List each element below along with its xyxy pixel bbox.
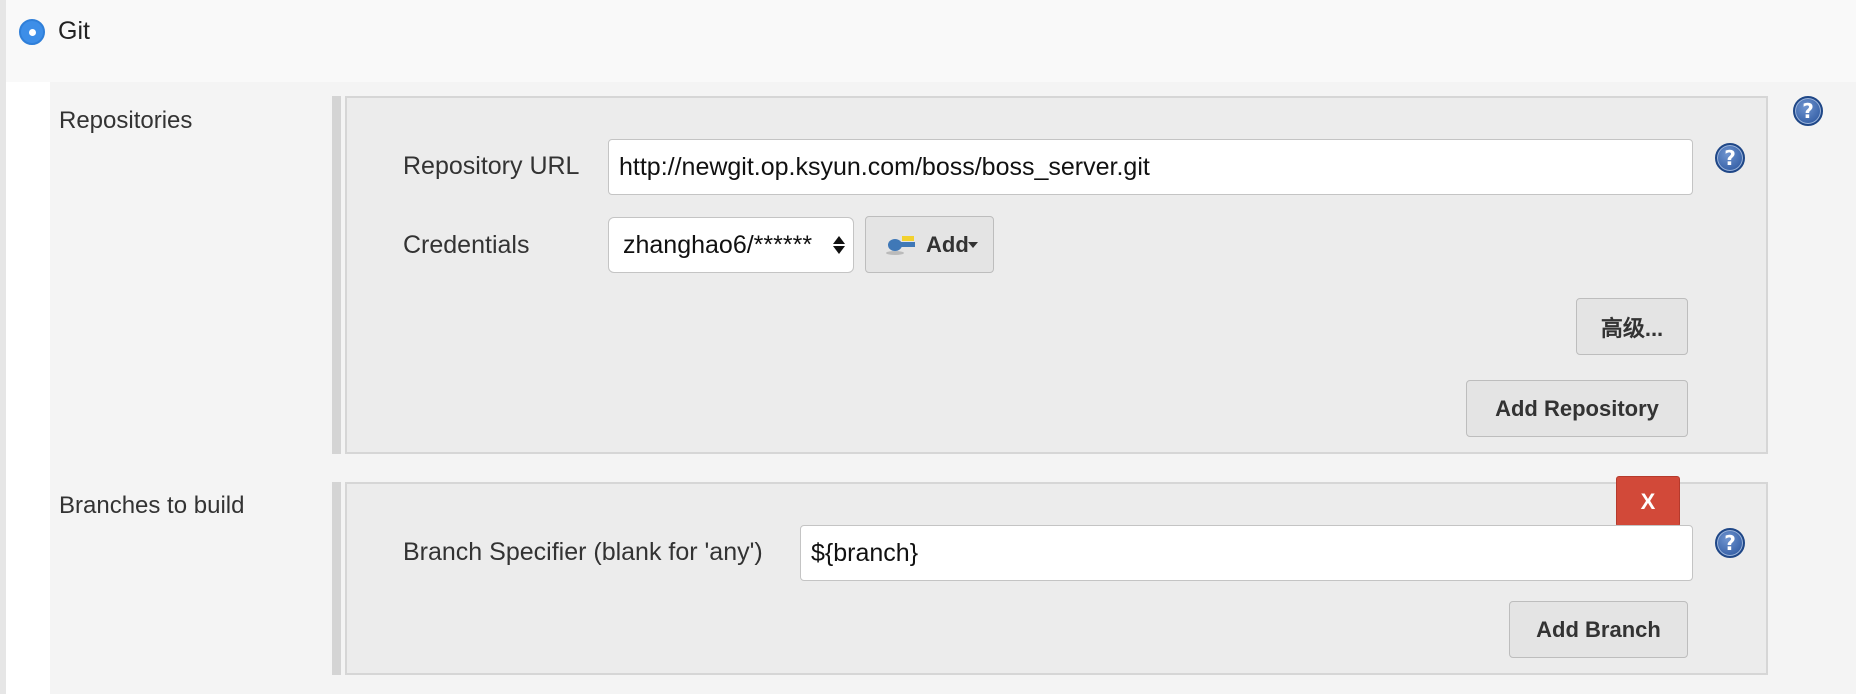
dropdown-arrow-icon xyxy=(967,241,978,248)
radio-selected-icon[interactable] xyxy=(19,19,45,45)
add-repository-button[interactable]: Add Repository xyxy=(1466,380,1688,437)
credentials-select[interactable]: zhanghao6/****** xyxy=(608,217,854,273)
radio-dot xyxy=(28,28,36,36)
add-credentials-label: Add xyxy=(926,231,969,257)
left-indent-strip xyxy=(0,0,6,694)
repository-url-input[interactable]: http://newgit.op.ksyun.com/boss/boss_ser… xyxy=(608,139,1693,195)
key-icon xyxy=(886,235,915,255)
credentials-selected-value: zhanghao6/****** xyxy=(623,230,813,259)
advanced-button[interactable]: 高级... xyxy=(1576,298,1688,355)
delete-branch-button[interactable]: X xyxy=(1616,476,1680,527)
select-arrows-icon xyxy=(833,236,845,254)
branches-label: Branches to build xyxy=(59,492,245,519)
help-icon[interactable]: ? xyxy=(1715,143,1745,173)
help-icon[interactable]: ? xyxy=(1715,528,1745,558)
repositories-panel-bar xyxy=(332,96,341,454)
branches-panel-bar xyxy=(332,482,341,675)
scm-option-row xyxy=(0,0,1856,82)
branch-specifier-label: Branch Specifier (blank for 'any') xyxy=(403,538,763,566)
scm-git-label: Git xyxy=(58,17,90,45)
credentials-label: Credentials xyxy=(403,231,530,259)
repositories-label: Repositories xyxy=(59,107,193,134)
add-branch-button[interactable]: Add Branch xyxy=(1509,601,1688,658)
repository-url-label: Repository URL xyxy=(403,152,580,180)
branch-specifier-input[interactable]: ${branch} xyxy=(800,525,1693,581)
add-credentials-button[interactable]: Add xyxy=(865,216,994,273)
help-icon[interactable]: ? xyxy=(1793,96,1823,126)
